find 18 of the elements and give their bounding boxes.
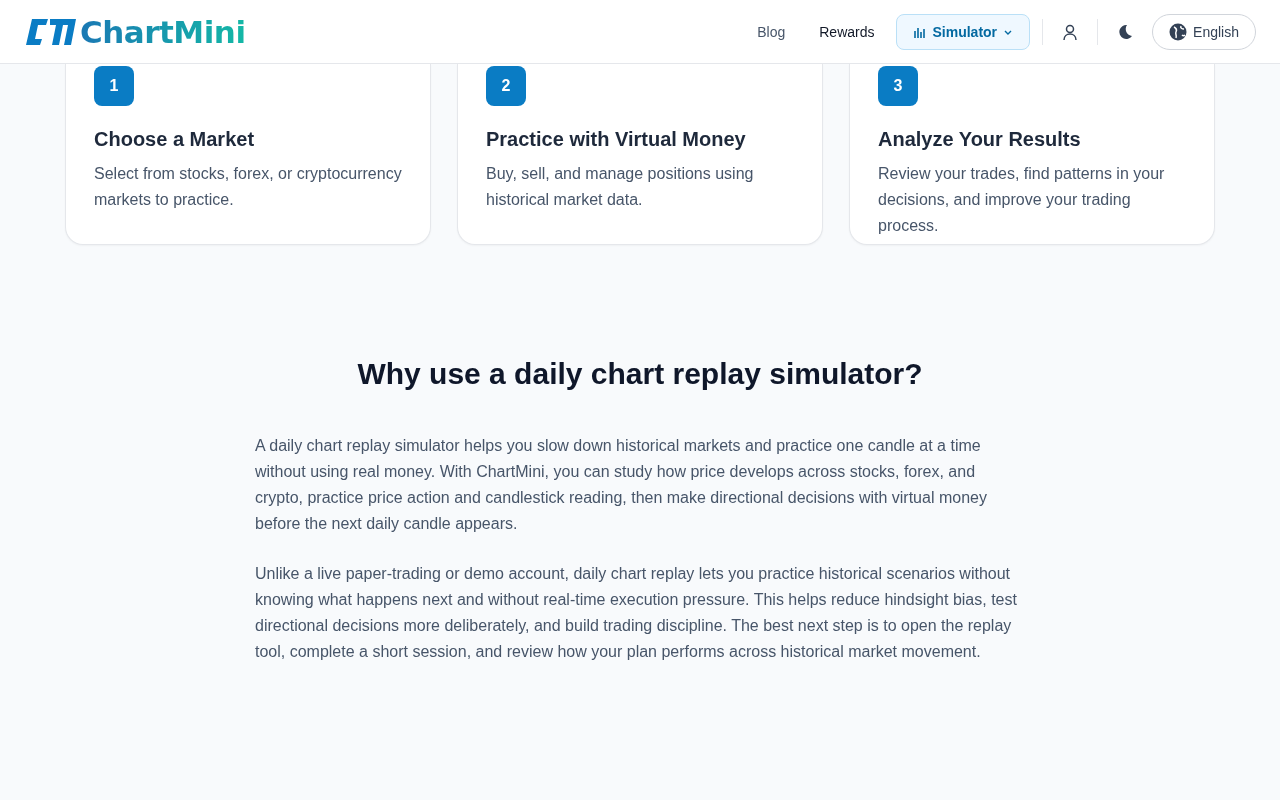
paragraph: Unlike a live paper-trading or demo account, daily chart replay lets you practice historical scenarios without knowing what happens next and without real-time execution pressure. This helps reduce hindsight bias, test directional decisions more deliberately, and build trading discipline. The best next step is to open the replay tool, complete a short session, and review how your plan performs across historical market movement. <box>255 564 1018 662</box>
paragraph: A daily chart replay simulator helps you slow down historical markets and practice one candle at a time without using real money. With ChartMini, you can study how price develops across stocks, forex, and crypto, practice price action and candlestick reading, then make directional decisions with virtual money before the next daily candle appears. <box>255 436 988 534</box>
language-button[interactable]: English <box>1152 13 1256 50</box>
step-description: Select from stocks, forex, or cryptocurrency markets to practice. <box>94 164 402 210</box>
step-number: 1 <box>94 66 134 106</box>
step-title: Choose a Market <box>94 128 256 151</box>
section-heading: Why use a daily chart replay simulator? <box>356 357 924 391</box>
nav-link[interactable]: Simulator <box>895 13 1031 50</box>
step-description: Buy, sell, and manage positions using historical market data. <box>486 164 755 210</box>
step-title: Analyze Your Results <box>878 128 1082 151</box>
step-description: Review your trades, find patterns in your decisions, and improve your trading process. <box>878 164 1166 236</box>
step-number: 3 <box>878 66 918 106</box>
logo-icon <box>26 18 76 45</box>
globe-icon <box>1169 22 1188 41</box>
nav-link[interactable]: Rewards <box>802 13 892 50</box>
step-number: 2 <box>486 66 526 106</box>
step-title: Practice with Virtual Money <box>486 128 747 151</box>
nav-link[interactable]: Blog <box>740 13 803 50</box>
